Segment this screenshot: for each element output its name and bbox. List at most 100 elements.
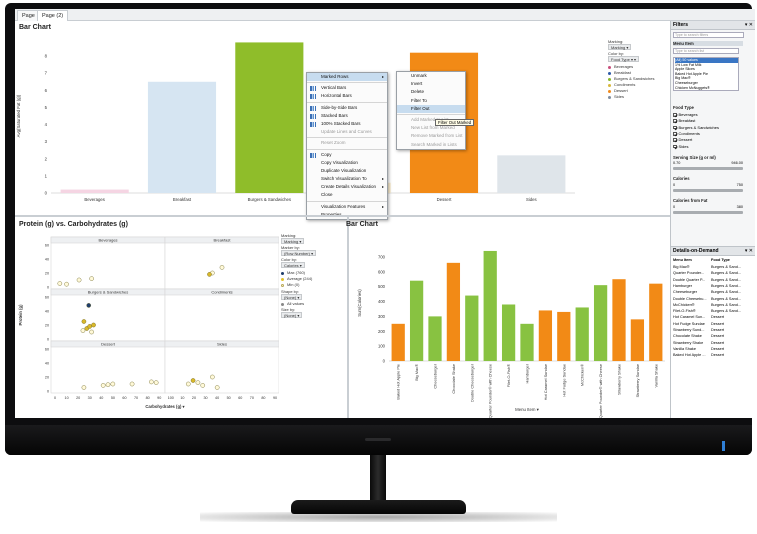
legend-item-5[interactable]: Sides <box>608 94 668 100</box>
scatter-point[interactable] <box>89 329 94 335</box>
scatter-point[interactable] <box>100 383 106 388</box>
scatter-point[interactable] <box>214 385 220 390</box>
menu-item-search[interactable]: Type to search list <box>673 48 739 54</box>
bar-vanilla-shake[interactable] <box>649 283 663 361</box>
submenu-item-remove-marked-from-list[interactable]: Remove Marked from List <box>397 132 465 140</box>
checkbox-checked-icon[interactable] <box>673 132 677 136</box>
scatter-point[interactable] <box>129 381 135 387</box>
scatter-point[interactable] <box>210 374 215 380</box>
submenu-item-filter-out[interactable]: Filter Out <box>397 104 465 113</box>
scatter-point[interactable] <box>105 382 111 387</box>
food-type-checkbox[interactable]: Breakfast <box>673 118 695 124</box>
details-row[interactable]: Filet-O-Fish® Burgers & Sand... <box>673 309 753 313</box>
food-type-checkbox[interactable]: Burgers & Sandwiches <box>673 125 719 131</box>
calories-slider[interactable] <box>673 189 743 192</box>
serving-size-label[interactable]: Serving Size (g or ml) <box>673 155 716 160</box>
tab-page-2[interactable]: Page (2) <box>37 10 69 21</box>
bar-hot-caramel-sundae[interactable] <box>538 310 553 361</box>
scatter-point[interactable] <box>76 277 82 283</box>
submenu-item-search-marked-in-lists[interactable]: Search Marked in Lists <box>397 141 465 149</box>
scatter-point[interactable] <box>207 272 212 277</box>
submenu-item-delete[interactable]: Delete <box>397 88 465 96</box>
bar-filet-o-fish-[interactable] <box>501 304 516 361</box>
scatter-colorby-dropdown[interactable]: Calories ▾ <box>281 262 305 268</box>
bottom-bar-chart[interactable]: 0 100 200 300 400 500 600 700 Baked Hot Apple Pi… <box>349 231 669 418</box>
bar-mcchicken-[interactable] <box>575 307 589 361</box>
scatter-point[interactable] <box>195 380 201 385</box>
calories-fat-slider[interactable] <box>673 211 743 214</box>
menu-item-side-by-side-bars[interactable]: Side-by-Side Bars <box>307 104 387 112</box>
menu-item-copy[interactable]: Copy <box>307 151 387 159</box>
menu-item-stacked-bars[interactable]: Stacked Bars <box>307 112 387 120</box>
details-row[interactable]: Hot Caramel Sun... Dessert <box>673 315 753 319</box>
trellis-panel-beverages[interactable]: Beverages <box>50 236 166 290</box>
bar-beverages[interactable] <box>60 189 129 193</box>
food-type-filter-label[interactable]: Food Type <box>673 105 694 110</box>
scatter-point[interactable] <box>86 303 92 308</box>
scatter-point[interactable] <box>219 265 225 270</box>
menu-item-update-lines-and-curves[interactable]: Update Lines and Curves <box>307 128 387 136</box>
food-type-checkbox[interactable]: Beverages <box>673 112 698 118</box>
submenu-item-unmark[interactable]: Unmark <box>397 72 465 80</box>
checkbox-checked-icon[interactable] <box>673 119 677 123</box>
details-row[interactable]: Strawberry Sund... Dessert <box>673 328 753 332</box>
colorby-dropdown[interactable]: Food Type ▾ ▾ <box>608 56 640 62</box>
bar-double-cheeseburger[interactable] <box>465 295 479 361</box>
bar-breakfast[interactable] <box>147 81 217 193</box>
details-close-icon[interactable]: ▾ ✕ <box>745 247 753 256</box>
submenu-item-invert[interactable]: Invert <box>397 80 465 88</box>
details-row[interactable]: Quarter Pounder... Burgers & Sand... <box>673 271 753 275</box>
details-row[interactable]: Baked Hot Apple ... Dessert <box>673 353 753 357</box>
scatter-trellis-chart[interactable]: Beverages 0 20 40 60 Breakfast Burgers & Sandw… <box>15 231 279 418</box>
scatter-point[interactable] <box>81 385 87 390</box>
details-row[interactable]: Hamburger Burgers & Sand... <box>673 284 753 288</box>
details-row[interactable]: Cheeseburger Burgers & Sand... <box>673 290 753 294</box>
shapeby-dropdown[interactable]: (None) ▾ <box>281 294 303 300</box>
trellis-panel-condiments[interactable]: Condiments <box>164 288 279 342</box>
bar-quarter-pounder-with-cheese[interactable] <box>593 285 608 361</box>
details-row[interactable]: Vanilla Shake Dessert <box>673 347 753 351</box>
menu-item-duplicate-visualization[interactable]: Duplicate Visualization <box>307 167 387 175</box>
scatter-point[interactable] <box>149 379 154 385</box>
markerby-dropdown[interactable]: (Row Number) ▾ <box>281 250 317 256</box>
details-row[interactable]: Strawberry Shake Dessert <box>673 341 753 345</box>
menu-item-marked-rows[interactable]: Marked Rows ▸ <box>307 73 387 82</box>
scatter-point[interactable] <box>80 328 86 333</box>
x-axis-title[interactable]: Menu Item ▾ <box>515 407 539 412</box>
checkbox-checked-icon[interactable] <box>673 144 677 149</box>
bar-chocolate-shake[interactable] <box>446 262 461 361</box>
details-row[interactable]: Chocolate Shake Dessert <box>673 334 753 338</box>
bar-hot-fudge-sundae[interactable] <box>557 311 571 361</box>
scatter-point[interactable] <box>87 324 92 329</box>
bar-double-quarter-pounder-with-cheese[interactable] <box>483 250 497 361</box>
sizeby-dropdown[interactable]: (None) ▾ <box>281 312 303 318</box>
menu-item-horizontal-bars[interactable]: Horizontal Bars <box>307 92 387 100</box>
bar-burgers-sandwiches[interactable] <box>235 42 304 193</box>
trellis-panel-burgers-sandwiches[interactable]: Burgers & Sandwiches <box>50 288 166 342</box>
serving-slider[interactable] <box>673 167 743 170</box>
trellis-panel-sides[interactable]: Sides <box>164 340 279 394</box>
calories-label[interactable]: Calories <box>673 176 690 181</box>
scatter-point[interactable] <box>89 276 94 281</box>
food-type-checkbox[interactable]: Dessert <box>673 137 692 143</box>
details-row[interactable]: Double Quarter P... Burgers & Sand... <box>673 278 753 282</box>
scatter-point[interactable] <box>91 322 96 328</box>
calories-fat-label[interactable]: Calories from Fat <box>673 198 707 203</box>
scatter-point[interactable] <box>185 381 191 387</box>
filters-search-input[interactable]: Type to search filters <box>673 32 744 38</box>
bar-baked-hot-apple-pie[interactable] <box>391 323 405 361</box>
filters-close-icon[interactable]: ▾ ✕ <box>745 21 753 30</box>
menu-item-switch-visualization-to[interactable]: Switch Visualization To ▸ <box>307 175 387 183</box>
scatter-marking-dropdown[interactable]: Marking ▾ <box>281 238 305 244</box>
menu-item-visualization-features[interactable]: Visualization Features ▸ <box>307 203 387 211</box>
scatter-point[interactable] <box>190 378 196 383</box>
bar-hamburger[interactable] <box>520 323 534 361</box>
food-type-checkbox[interactable]: Sides <box>673 144 689 150</box>
submenu-item-filter-to[interactable]: Filter To <box>397 97 465 105</box>
bar-big-mac-[interactable] <box>409 280 424 361</box>
checkbox-checked-icon[interactable] <box>673 138 677 142</box>
menu-item-100-stacked-bars[interactable]: 100% Stacked Bars <box>307 120 387 128</box>
marking-dropdown[interactable]: Marking ▾ <box>608 44 632 50</box>
menu-item-create-details-visualization[interactable]: Create Details Visualization ▸ <box>307 183 387 191</box>
menu-list-item[interactable]: Chicken McNuggets® <box>675 86 738 90</box>
